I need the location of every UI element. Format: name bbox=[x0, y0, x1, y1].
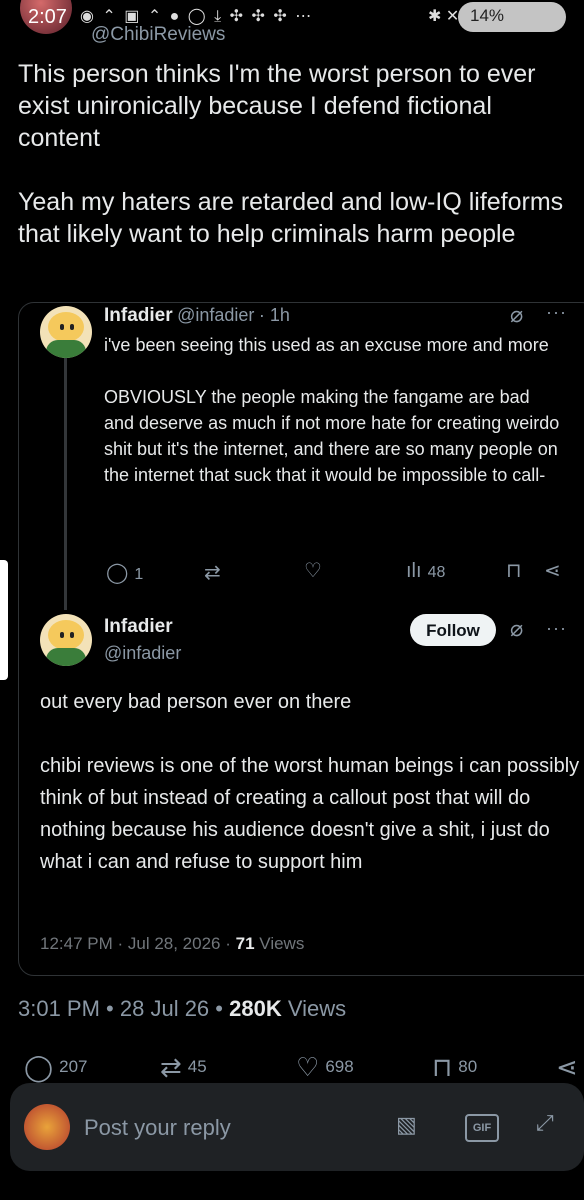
repost-icon: ⇄ bbox=[160, 1052, 182, 1082]
quoted-1-age: · 1h bbox=[258, 305, 290, 325]
gif-icon[interactable]: GIF bbox=[465, 1114, 499, 1142]
reply-input[interactable] bbox=[82, 1112, 366, 1144]
quoted-avatar[interactable] bbox=[40, 306, 92, 358]
tweet-views-count: 280K bbox=[229, 996, 282, 1021]
tweet-views-label: Views bbox=[287, 996, 347, 1021]
like-button[interactable]: ♡ 698 bbox=[296, 1052, 354, 1083]
user-avatar bbox=[24, 1104, 70, 1150]
tweet-date: 28 Jul 26 bbox=[119, 996, 210, 1021]
author-handle[interactable]: @ChibiReviews bbox=[91, 24, 225, 46]
image-icon[interactable]: ▧ bbox=[396, 1112, 417, 1138]
repost-button[interactable]: ⇄ 45 bbox=[160, 1052, 207, 1083]
status-bar: 2:07 ◉ ⌃ ▣ ⌃ ● ◯ ⤓ ✣ ✣ ✣ ⋯ ✱ ✕ 14% bbox=[0, 0, 584, 40]
more-icon[interactable]: ··· bbox=[546, 302, 567, 323]
speech-bubble-icon: ◯ bbox=[106, 562, 129, 584]
more-icon[interactable]: ··· bbox=[546, 618, 567, 639]
quoted-1-name[interactable]: Infadier bbox=[104, 305, 173, 326]
quoted-2-text: out every bad person ever on there chibi… bbox=[40, 691, 580, 873]
share-icon: ⋖ bbox=[544, 560, 561, 582]
grok-icon[interactable]: ⌀ bbox=[510, 302, 523, 328]
share-button[interactable]: ⋖ bbox=[556, 1052, 584, 1083]
quoted-1-like-button[interactable]: ♡ bbox=[304, 558, 328, 583]
repost-icon: ⇄ bbox=[204, 562, 221, 584]
quoted-2-avatar[interactable] bbox=[40, 614, 92, 666]
quoted-1-text: i've been seeing this used as an excuse … bbox=[104, 335, 560, 485]
quoted-1-bookmark-button[interactable]: ⊓ bbox=[506, 558, 528, 583]
quoted-1-repost-button[interactable]: ⇄ bbox=[204, 560, 227, 585]
speech-bubble-icon: ◯ bbox=[24, 1052, 54, 1082]
share-icon: ⋖ bbox=[556, 1052, 578, 1082]
quoted-2-name[interactable]: Infadier bbox=[104, 616, 173, 638]
tweet-meta: 3:01 PM • 28 Jul 26 • 280K Views bbox=[18, 996, 347, 1021]
quoted-1-header: Infadier @infadier · 1h bbox=[104, 305, 290, 327]
quoted-2-handle[interactable]: @infadier bbox=[104, 643, 181, 664]
follow-button[interactable]: Follow bbox=[410, 614, 496, 646]
tweet-text: This person thinks I'm the worst person … bbox=[18, 60, 564, 248]
heart-icon: ♡ bbox=[296, 1052, 320, 1082]
quoted-1-share-button[interactable]: ⋖ bbox=[544, 558, 567, 583]
notification-icons: ◉ ⌃ ▣ ⌃ ● ◯ ⤓ ✣ ✣ ✣ ⋯ bbox=[80, 8, 314, 25]
thread-connector bbox=[64, 358, 67, 610]
tweet-time: 3:01 PM bbox=[18, 996, 100, 1021]
battery-level: 14% bbox=[470, 6, 505, 25]
quoted-1-handle[interactable]: @infadier bbox=[177, 305, 254, 325]
bluetooth-icon: ✱ ✕ bbox=[428, 8, 460, 25]
quoted-1-reply-button[interactable]: ◯ 1 bbox=[106, 560, 143, 585]
status-time: 2:07 bbox=[28, 6, 67, 28]
expand-icon[interactable]: ⤢ bbox=[536, 1110, 554, 1136]
quoted-1-views[interactable]: ılı 48 bbox=[406, 560, 445, 583]
bookmark-icon: ⊓ bbox=[432, 1052, 453, 1082]
grok-icon[interactable]: ⌀ bbox=[510, 616, 523, 642]
bar-chart-icon: ılı bbox=[406, 560, 422, 582]
heart-icon: ♡ bbox=[304, 560, 322, 582]
edge-panel-handle[interactable] bbox=[0, 560, 8, 680]
bookmark-icon: ⊓ bbox=[506, 560, 522, 582]
quoted-2-meta: 12:47 PM · Jul 28, 2026 · 71 Views bbox=[40, 934, 305, 953]
bookmark-button[interactable]: ⊓ 80 bbox=[432, 1052, 477, 1083]
reply-button[interactable]: ◯ 207 bbox=[24, 1052, 87, 1083]
